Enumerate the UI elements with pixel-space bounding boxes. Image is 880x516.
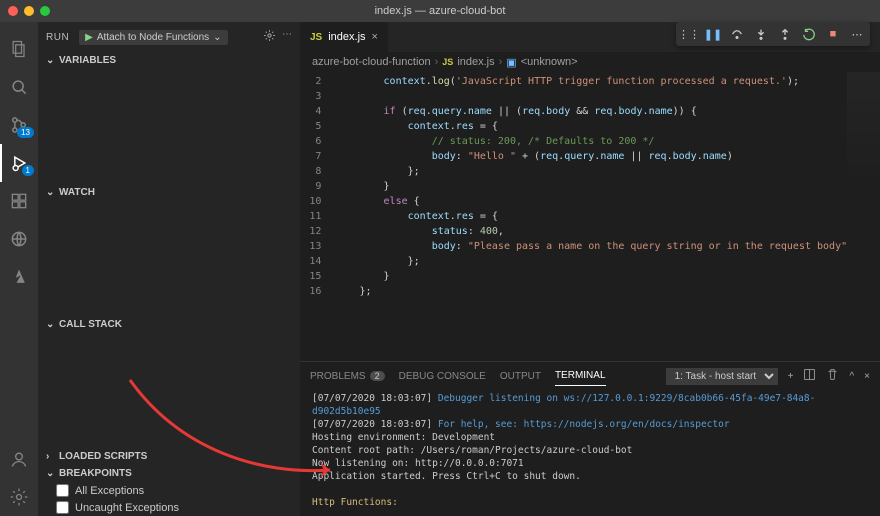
panel-tab-output[interactable]: OUTPUT (500, 367, 541, 386)
breakpoint-uncaught-exceptions[interactable]: Uncaught Exceptions (52, 499, 300, 516)
section-watch-label: WATCH (59, 187, 95, 198)
window-close-button[interactable] (8, 6, 18, 16)
scm-badge: 13 (17, 127, 34, 138)
chevron-down-icon: ⌄ (213, 32, 221, 43)
activity-scm[interactable]: 13 (0, 106, 38, 144)
minimap[interactable] (847, 72, 880, 361)
activity-bar: 13 1 (0, 22, 38, 516)
activity-account[interactable] (0, 440, 38, 478)
breadcrumb-sep: › (435, 56, 439, 68)
maximize-panel-icon[interactable]: ^ (849, 371, 854, 382)
new-terminal-icon[interactable]: + (788, 371, 794, 382)
trash-icon[interactable] (826, 368, 839, 384)
js-file-icon: JS (310, 32, 322, 43)
run-config-label: Attach to Node Functions (97, 32, 209, 43)
section-breakpoints-label: BREAKPOINTS (59, 468, 132, 479)
activity-explorer[interactable] (0, 30, 38, 68)
tab-filename: index.js (328, 31, 365, 43)
panel-tab-problems[interactable]: PROBLEMS2 (310, 367, 385, 386)
step-out-button[interactable] (778, 27, 792, 41)
section-loaded-label: LOADED SCRIPTS (59, 451, 147, 462)
chevron-right-icon: › (46, 451, 55, 462)
step-into-button[interactable] (754, 27, 768, 41)
section-callstack[interactable]: ⌄ CALL STACK (38, 316, 300, 333)
pause-button[interactable]: ❚❚ (706, 27, 720, 41)
chevron-down-icon: ⌄ (46, 187, 55, 198)
chevron-down-icon: ⌄ (46, 55, 55, 66)
step-over-button[interactable] (730, 27, 744, 41)
split-terminal-icon[interactable] (803, 368, 816, 384)
debug-sidebar: RUN ▶ Attach to Node Functions ⌄ ⋯ ⌄ VARI… (38, 22, 300, 516)
more-debug-icon[interactable]: ⋯ (850, 27, 864, 41)
section-callstack-label: CALL STACK (59, 319, 122, 330)
more-icon[interactable]: ⋯ (282, 29, 292, 45)
terminal-selector[interactable]: 1: Task - host start (666, 368, 778, 385)
debug-toolbar[interactable]: ⋮⋮ ❚❚ ■ ⋯ (676, 22, 870, 46)
chevron-down-icon: ⌄ (46, 319, 55, 330)
panel-tab-debug-console[interactable]: DEBUG CONSOLE (399, 367, 486, 386)
window-title: index.js — azure-cloud-bot (375, 5, 506, 17)
run-config-selector[interactable]: ▶ Attach to Node Functions ⌄ (79, 30, 227, 45)
line-number-gutter[interactable]: 2345678910111213141516 (300, 72, 335, 361)
section-loaded-scripts[interactable]: › LOADED SCRIPTS (38, 448, 300, 465)
uncaught-exceptions-checkbox[interactable] (56, 501, 69, 514)
restart-button[interactable] (802, 27, 816, 41)
tab-close-icon[interactable]: × (372, 31, 378, 43)
sidebar-title: RUN (46, 32, 69, 43)
all-exceptions-label: All Exceptions (75, 485, 144, 497)
window-minimize-button[interactable] (24, 6, 34, 16)
gear-icon[interactable] (263, 29, 276, 45)
panel-tab-terminal[interactable]: TERMINAL (555, 366, 606, 386)
section-breakpoints[interactable]: ⌄ BREAKPOINTS (38, 465, 300, 482)
breadcrumb-sep: › (499, 56, 503, 68)
uncaught-exceptions-label: Uncaught Exceptions (75, 502, 179, 514)
activity-search[interactable] (0, 68, 38, 106)
breadcrumb[interactable]: azure-bot-cloud-function › JS index.js ›… (300, 52, 880, 72)
activity-extensions[interactable] (0, 182, 38, 220)
section-watch[interactable]: ⌄ WATCH (38, 184, 300, 201)
bottom-panel: PROBLEMS2 DEBUG CONSOLE OUTPUT TERMINAL … (300, 361, 880, 516)
start-debug-icon[interactable]: ▶ (85, 32, 93, 43)
code-editor[interactable]: context.log('JavaScript HTTP trigger fun… (335, 72, 847, 361)
window-maximize-button[interactable] (40, 6, 50, 16)
problems-count: 2 (370, 371, 385, 381)
window-titlebar: index.js — azure-cloud-bot (0, 0, 880, 22)
activity-settings[interactable] (0, 478, 38, 516)
section-variables-label: VARIABLES (59, 55, 116, 66)
section-variables[interactable]: ⌄ VARIABLES (38, 52, 300, 69)
drag-handle-icon[interactable]: ⋮⋮ (682, 27, 696, 41)
chevron-down-icon: ⌄ (46, 468, 55, 479)
run-badge: 1 (22, 165, 34, 176)
breadcrumb-file[interactable]: index.js (457, 56, 494, 68)
activity-remote[interactable] (0, 220, 38, 258)
breadcrumb-folder[interactable]: azure-bot-cloud-function (312, 56, 431, 68)
activity-run-debug[interactable]: 1 (0, 144, 38, 182)
tab-index-js[interactable]: JS index.js × (300, 22, 389, 52)
breadcrumb-symbol[interactable]: <unknown> (521, 56, 578, 68)
activity-azure[interactable] (0, 258, 38, 296)
breakpoint-all-exceptions[interactable]: All Exceptions (52, 482, 300, 499)
stop-button[interactable]: ■ (826, 27, 840, 41)
close-panel-icon[interactable]: × (864, 371, 870, 382)
js-file-icon: JS (442, 57, 453, 67)
symbol-icon: ▣ (506, 56, 516, 69)
terminal-output[interactable]: [07/07/2020 18:03:07] Debugger listening… (300, 390, 880, 516)
all-exceptions-checkbox[interactable] (56, 484, 69, 497)
